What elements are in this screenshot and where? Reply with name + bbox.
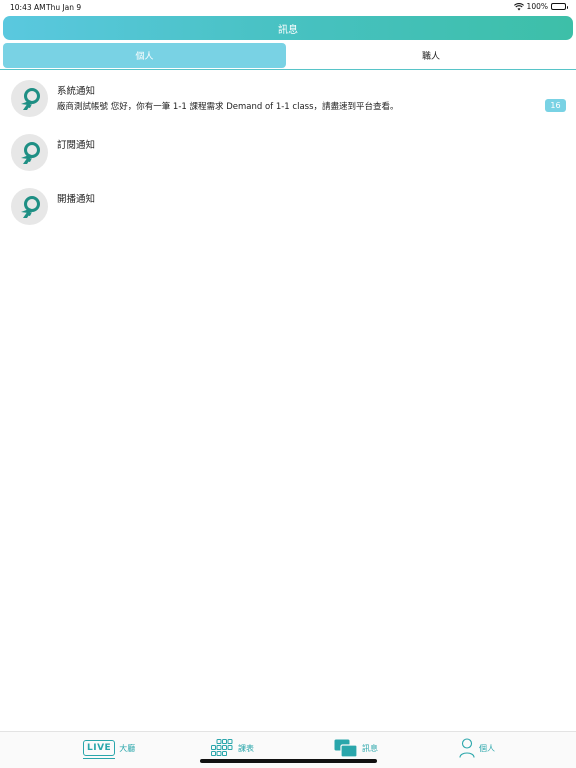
nav-item-lobby[interactable]: LIVE 大廳 <box>83 737 135 759</box>
tab-institution[interactable]: 職人 <box>289 43 573 68</box>
nav-label: 大廳 <box>119 743 136 753</box>
message-preview: 廠商測試帳號 您好，你有一筆 1-1 課程需求 Demand of 1-1 cl… <box>57 102 399 112</box>
avatar <box>11 134 48 171</box>
battery-percent: 100% <box>526 2 548 11</box>
grid-icon <box>211 739 233 756</box>
message-title: 開播通知 <box>57 194 96 205</box>
nav-item-messages[interactable]: 訊息 <box>334 737 378 759</box>
page-title: 訊息 <box>278 24 298 36</box>
nav-label: 個人 <box>479 743 495 753</box>
tab-personal[interactable]: 個人 <box>3 43 286 68</box>
nav-item-profile[interactable]: 個人 <box>459 737 495 759</box>
app-logo-icon <box>20 141 40 164</box>
status-time: 10:43 AM <box>10 3 46 12</box>
status-right: 100% <box>513 2 568 11</box>
app-logo-icon <box>20 195 40 218</box>
tab-personal-label: 個人 <box>135 52 154 62</box>
avatar <box>11 80 48 117</box>
battery-icon <box>551 3 568 10</box>
nav-item-schedule[interactable]: 課表 <box>208 737 254 759</box>
message-tabs: 個人 職人 <box>0 42 576 70</box>
status-date: Thu Jan 9 <box>46 3 82 12</box>
message-item-broadcast[interactable]: 開播通知 <box>0 180 576 234</box>
app-logo-icon <box>20 87 40 110</box>
nav-label: 課表 <box>238 743 254 753</box>
unread-badge: 16 <box>545 99 566 112</box>
live-icon: LIVE <box>83 740 116 759</box>
person-icon <box>459 738 475 758</box>
tab-institution-label: 職人 <box>421 52 440 62</box>
home-indicator <box>200 759 377 763</box>
chat-icon <box>334 739 358 758</box>
header-bar: 訊息 <box>3 16 573 40</box>
status-bar: 10:43 AM Thu Jan 9 100% <box>0 0 576 14</box>
message-title: 訂閱通知 <box>57 140 96 151</box>
wifi-icon <box>513 2 524 11</box>
message-list: 系統通知 廠商測試帳號 您好，你有一筆 1-1 課程需求 Demand of 1… <box>0 72 576 234</box>
nav-label: 訊息 <box>362 743 378 753</box>
message-title: 系統通知 <box>57 86 96 97</box>
avatar <box>11 188 48 225</box>
message-item-subscription[interactable]: 訂閱通知 <box>0 126 576 180</box>
message-item-system[interactable]: 系統通知 廠商測試帳號 您好，你有一筆 1-1 課程需求 Demand of 1… <box>0 72 576 126</box>
